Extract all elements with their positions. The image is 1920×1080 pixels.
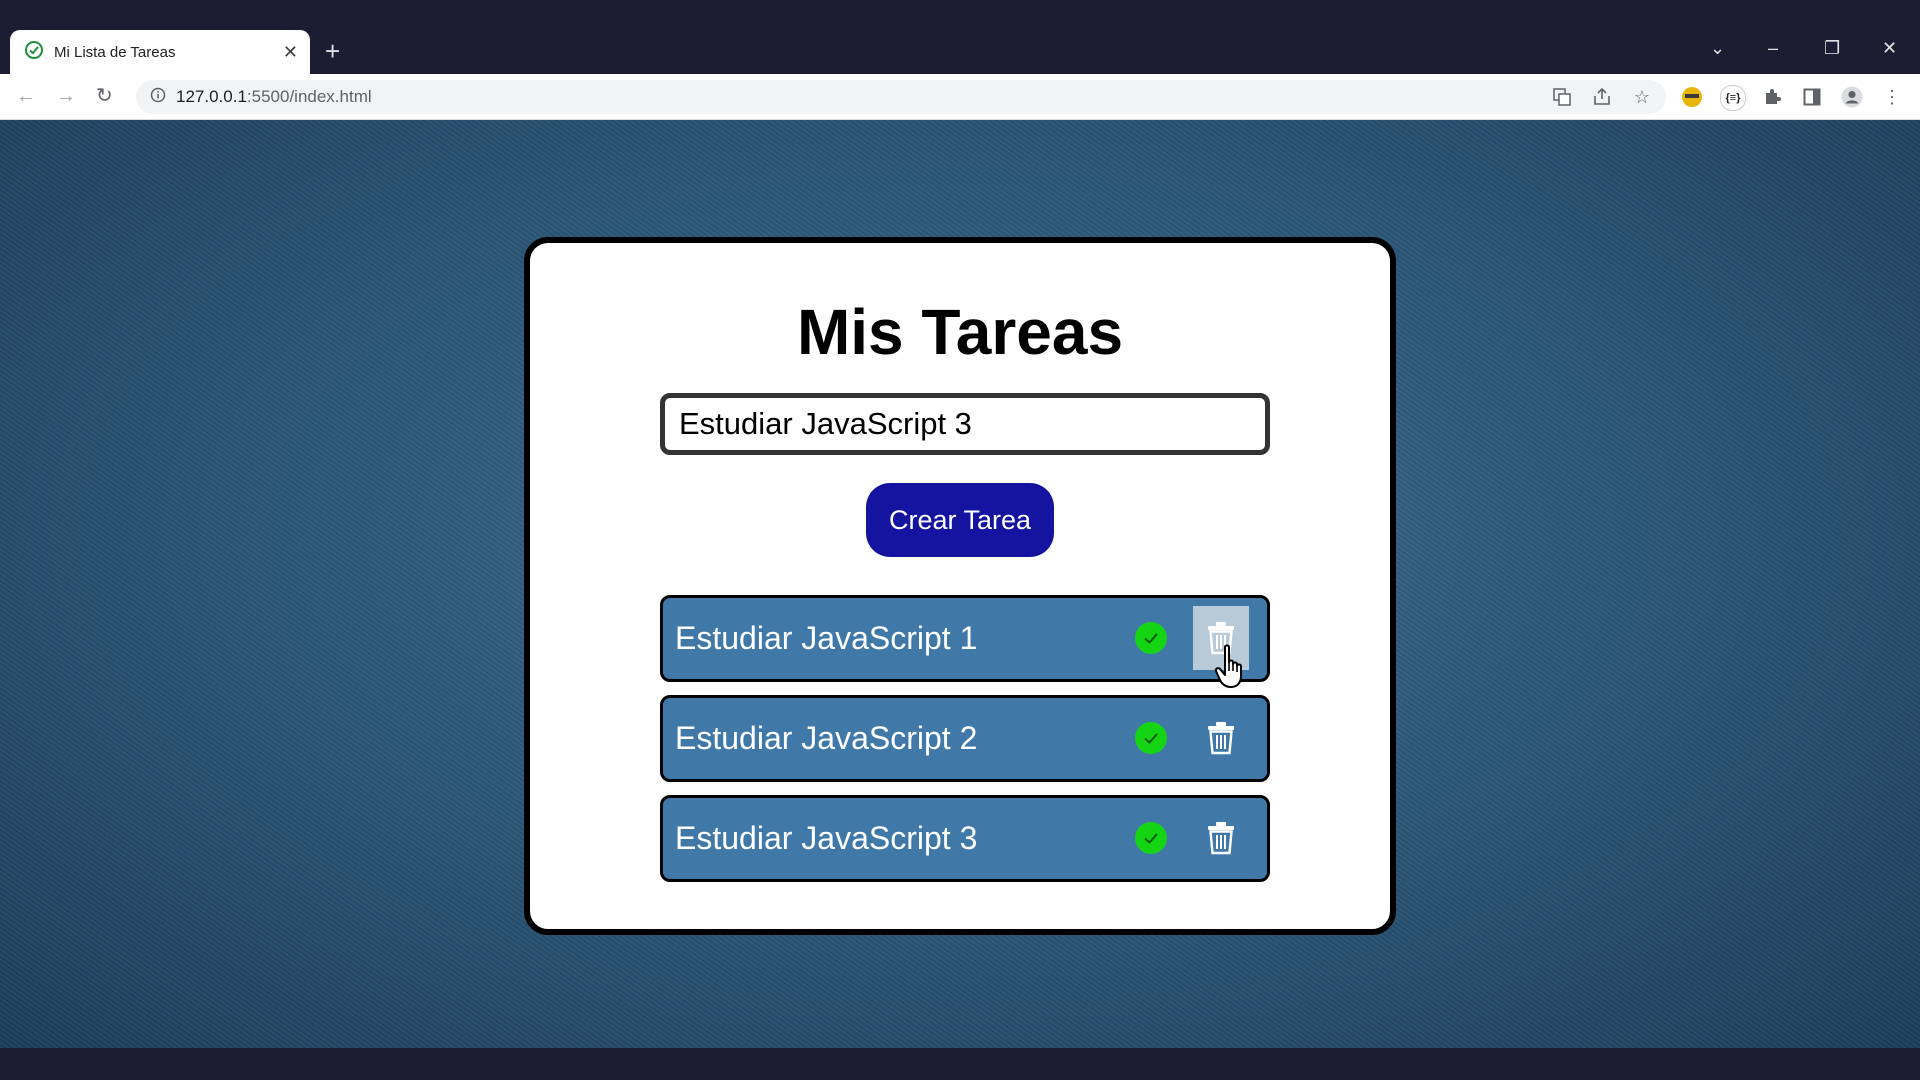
profile-avatar-icon[interactable] (1840, 85, 1864, 109)
tab-close-icon[interactable]: ✕ (283, 43, 298, 61)
todo-card: Mis Tareas Crear Tarea Estudiar JavaScri… (524, 237, 1396, 935)
more-menu-icon[interactable]: ⋮ (1880, 85, 1904, 109)
json-extension-icon[interactable]: {≡} (1720, 85, 1746, 111)
browser-toolbar: ← → ↻ 127.0.0.1:5500/index.html ☆ {≡} ⋮ (0, 74, 1920, 120)
reload-button[interactable]: ↻ (96, 84, 113, 108)
create-task-button[interactable]: Crear Tarea (866, 483, 1054, 557)
check-circle-icon[interactable] (1135, 722, 1167, 754)
pointer-cursor-icon (1214, 644, 1242, 688)
extension-avatar-icon[interactable] (1680, 85, 1704, 109)
trash-icon (1208, 722, 1234, 755)
check-circle-icon[interactable] (1135, 622, 1167, 654)
browser-titlebar: Mi Lista de Tareas ✕ + ⌄ – ❐ ✕ (0, 0, 1920, 74)
page-background: Mis Tareas Crear Tarea Estudiar JavaScri… (0, 120, 1920, 1048)
address-bar[interactable]: 127.0.0.1:5500/index.html (136, 80, 1666, 114)
site-info-icon[interactable] (150, 87, 166, 108)
bookmark-star-icon[interactable]: ☆ (1630, 85, 1654, 109)
minimize-button[interactable]: – (1768, 38, 1778, 58)
delete-task-button[interactable] (1193, 806, 1249, 870)
restore-button[interactable]: ❐ (1824, 38, 1840, 58)
share-icon[interactable] (1590, 85, 1614, 109)
delete-task-button[interactable] (1193, 706, 1249, 770)
back-button[interactable]: ← (16, 84, 36, 108)
tab-search-chevron-icon[interactable]: ⌄ (1710, 38, 1725, 58)
trash-icon (1208, 822, 1234, 855)
task-input[interactable] (660, 393, 1270, 455)
translate-icon[interactable] (1550, 85, 1574, 109)
task-label: Estudiar JavaScript 1 (675, 620, 978, 656)
task-label: Estudiar JavaScript 2 (675, 720, 978, 756)
forward-button[interactable]: → (56, 84, 76, 108)
tab-favicon-check-icon (24, 40, 44, 65)
tab-title: Mi Lista de Tareas (54, 43, 176, 61)
browser-tab[interactable]: Mi Lista de Tareas ✕ (10, 30, 310, 74)
close-window-button[interactable]: ✕ (1882, 38, 1897, 58)
task-list: Estudiar JavaScript 1 Estudiar JavaScrip… (660, 595, 1270, 895)
extensions-puzzle-icon[interactable] (1760, 85, 1784, 109)
task-item: Estudiar JavaScript 1 (660, 595, 1270, 682)
page-title: Mis Tareas (796, 296, 1124, 368)
task-item: Estudiar JavaScript 2 (660, 695, 1270, 782)
side-panel-icon[interactable] (1800, 85, 1824, 109)
new-tab-button[interactable]: + (325, 38, 340, 64)
bottom-bar (0, 1048, 1920, 1080)
url-text: 127.0.0.1:5500/index.html (176, 87, 372, 106)
task-label: Estudiar JavaScript 3 (675, 820, 978, 856)
check-circle-icon[interactable] (1135, 822, 1167, 854)
task-item: Estudiar JavaScript 3 (660, 795, 1270, 882)
